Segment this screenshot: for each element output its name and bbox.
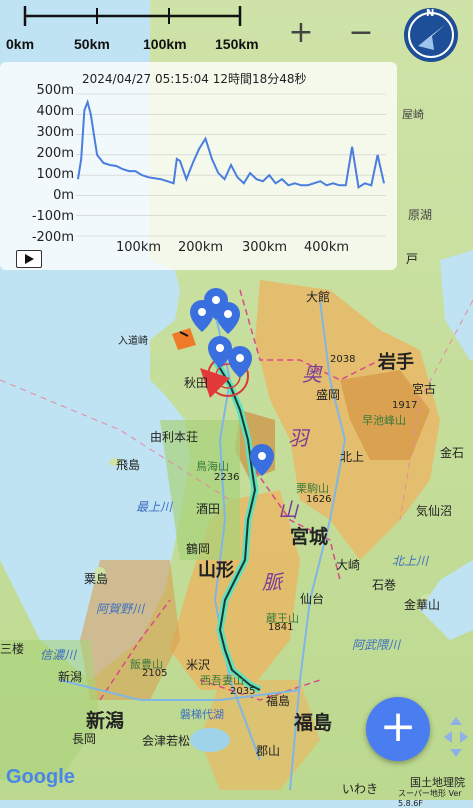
compass-button[interactable]: N xyxy=(404,8,458,62)
y-tick-label: 0m xyxy=(53,188,74,203)
x-tick-label: 100km xyxy=(116,240,162,255)
pan-arrows-icon[interactable] xyxy=(442,715,470,759)
add-button[interactable]: + xyxy=(366,697,430,761)
elevation-plot xyxy=(76,93,386,237)
elevation-series-line xyxy=(77,98,385,189)
y-tick-label: 100m xyxy=(36,167,74,182)
y-tick-label: 400m xyxy=(36,104,74,119)
y-tick-label: -100m xyxy=(31,209,74,224)
scale-label: 0km xyxy=(6,36,35,52)
y-tick-label: 200m xyxy=(36,146,74,161)
scale-label: 100km xyxy=(143,36,187,52)
compass-north-label: N xyxy=(426,8,435,19)
scale-label: 50km xyxy=(74,36,110,52)
play-button[interactable] xyxy=(16,250,42,268)
zoom-out-button[interactable]: − xyxy=(346,18,376,48)
scale-bar xyxy=(23,6,242,26)
y-tick-label: -200m xyxy=(31,230,74,245)
x-tick-label: 300km xyxy=(242,240,288,255)
y-tick-label: 500m xyxy=(36,83,74,98)
x-tick-label: 400km xyxy=(304,240,350,255)
zoom-in-button[interactable]: + xyxy=(286,18,316,48)
elevation-chart: 2024/04/27 05:15:04 12時間18分48秒 500m 400m… xyxy=(0,62,397,270)
google-logo: Google xyxy=(6,766,75,788)
y-tick-label: 300m xyxy=(36,125,74,140)
x-tick-label: 200km xyxy=(178,240,224,255)
chart-timestamp: 2024/04/27 05:15:04 12時間18分48秒 xyxy=(82,72,307,86)
version-label: スーパー地形 Ver 5.8.6F xyxy=(398,789,462,808)
play-icon xyxy=(25,254,34,264)
scale-label: 150km xyxy=(215,36,259,52)
